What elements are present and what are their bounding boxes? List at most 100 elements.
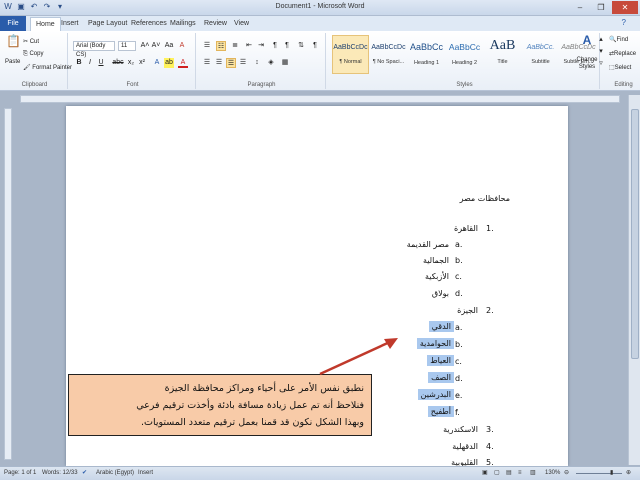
superscript-button[interactable]: x² (137, 58, 147, 68)
print-layout-icon[interactable]: ▣ (482, 467, 488, 480)
ltr-icon[interactable]: ¶ (270, 41, 280, 51)
decrease-indent-icon[interactable]: ⇤ (244, 41, 254, 51)
zoom-slider[interactable] (576, 473, 622, 474)
styles-scroll-down-icon[interactable]: ▾ (598, 47, 604, 57)
strikethrough-button[interactable]: abc (111, 58, 125, 68)
styles-scroll-up-icon[interactable]: ▴ (598, 35, 604, 45)
style-heading-1[interactable]: AaBbCc Heading 1 (408, 35, 445, 74)
font-size-combo[interactable]: 11 (118, 41, 136, 51)
word-count[interactable]: Words: 12/33 (42, 467, 78, 480)
style-subtitle[interactable]: AaBbCc. Subtitle (522, 35, 559, 74)
align-center-icon[interactable]: ☰ (214, 58, 224, 68)
italic-button[interactable]: I (85, 58, 95, 68)
bold-button[interactable]: B (74, 58, 84, 68)
minimize-button[interactable]: – (570, 1, 590, 14)
zoom-slider-thumb[interactable]: ▮ (610, 467, 613, 480)
change-styles-button[interactable]: Change Styles (575, 57, 599, 71)
page-count[interactable]: Page: 1 of 1 (4, 467, 36, 480)
font-name-combo[interactable]: Arial (Body CS) (73, 41, 115, 58)
window-controls: – ❐ ✕ (570, 1, 638, 14)
proofing-icon[interactable]: ✔ (82, 467, 87, 480)
show-formatting-icon[interactable]: ¶ (310, 41, 320, 51)
style-heading-2[interactable]: AaBbCc Heading 2 (446, 35, 483, 74)
text-effects-button[interactable]: A (152, 58, 162, 68)
style-normal[interactable]: AaBbCcDc ¶ Normal (332, 35, 369, 74)
help-icon[interactable]: ? (622, 18, 626, 27)
callout-line: وبهذا الشكل نكون قد قمنا بعمل ترقيم متعد… (140, 417, 364, 428)
list-number: a. (455, 240, 463, 249)
align-right-icon[interactable]: ☰ (226, 58, 236, 68)
outline-icon[interactable]: ≡ (518, 467, 522, 480)
paste-icon[interactable]: 📋 (6, 35, 21, 52)
subscript-button[interactable]: x₂ (126, 58, 136, 68)
highlight-button[interactable]: ab (164, 58, 174, 68)
tab-file[interactable]: File (0, 16, 26, 31)
align-left-icon[interactable]: ☰ (202, 58, 212, 68)
vertical-ruler[interactable] (4, 108, 12, 460)
shrink-font-button[interactable]: A˅ (151, 41, 161, 51)
vertical-scrollbar[interactable] (628, 95, 640, 465)
editing-group-label: Editing (614, 82, 633, 88)
selected-list-item: الحوامدية (416, 338, 454, 349)
callout-note: نطبق نفس الأمر على أحياء ومراكز محافظة ا… (68, 374, 372, 436)
scrollbar-thumb[interactable] (631, 109, 639, 359)
style-name: Heading 2 (451, 60, 478, 66)
list-item: الاسكندرية (443, 425, 478, 434)
replace-button[interactable]: ⇄Replace (609, 50, 636, 57)
zoom-level[interactable]: 130% (545, 467, 560, 480)
paste-button[interactable]: Paste (5, 59, 20, 65)
bullets-icon[interactable]: ☰ (202, 41, 212, 51)
style-no-spacing[interactable]: AaBbCcDc ¶ No Spaci... (370, 35, 407, 74)
close-button[interactable]: ✕ (612, 1, 638, 14)
selected-list-item: الدقي (428, 321, 454, 332)
rtl-icon[interactable]: ¶ (282, 41, 292, 51)
cut-label: Cut (29, 39, 40, 45)
change-case-button[interactable]: Aa (164, 41, 174, 51)
language-indicator[interactable]: Arabic (Egypt) (96, 467, 134, 480)
list-number: a. (455, 323, 463, 332)
tab-review[interactable]: Review (199, 17, 232, 31)
numbering-icon[interactable]: ☷ (216, 41, 226, 51)
callout-line: نطبق نفس الأمر على أحياء ومراكز محافظة ا… (164, 383, 364, 394)
tab-mailings[interactable]: Mailings (165, 17, 201, 31)
tab-insert[interactable]: Insert (56, 17, 84, 31)
format-painter-button[interactable]: 🖌 Format Painter (23, 64, 72, 71)
full-screen-icon[interactable]: ▢ (494, 467, 500, 480)
change-styles-icon[interactable]: A (580, 34, 594, 51)
insert-mode[interactable]: Insert (138, 467, 153, 480)
find-button[interactable]: 🔍Find (609, 36, 628, 43)
grow-font-button[interactable]: A˄ (140, 41, 150, 51)
ribbon: 📋 Paste ✂ Cut ⎘ Copy 🖌 Format Painter Cl… (0, 31, 640, 91)
list-item: الجيزة (457, 306, 478, 315)
clear-formatting-button[interactable]: A (177, 41, 187, 51)
web-layout-icon[interactable]: ▤ (506, 467, 512, 480)
style-title[interactable]: AaB Title (484, 35, 521, 74)
list-number: c. (455, 357, 462, 366)
tab-view[interactable]: View (229, 17, 254, 31)
horizontal-ruler[interactable] (20, 95, 620, 103)
underline-button[interactable]: U (96, 58, 106, 68)
style-preview: AaBbCcDc (371, 44, 406, 51)
list-item: بولاق (431, 289, 449, 298)
sort-icon[interactable]: ⇅ (296, 41, 306, 51)
multilevel-list-icon[interactable]: ≣ (230, 41, 240, 51)
draft-icon[interactable]: ▥ (530, 467, 536, 480)
font-color-button[interactable]: A (178, 58, 188, 68)
copy-button[interactable]: ⎘ Copy (23, 51, 43, 58)
maximize-button[interactable]: ❐ (591, 1, 611, 14)
find-label: Find (616, 37, 629, 43)
zoom-in-icon[interactable]: ⊕ (626, 467, 631, 480)
styles-group: AaBbCcDc ¶ Normal AaBbCcDc ¶ No Spaci...… (330, 33, 600, 89)
tab-page-layout[interactable]: Page Layout (83, 17, 132, 31)
zoom-out-icon[interactable]: ⊖ (564, 467, 569, 480)
cut-button[interactable]: ✂ Cut (23, 38, 39, 45)
copy-label: Copy (29, 51, 44, 57)
increase-indent-icon[interactable]: ⇥ (256, 41, 266, 51)
justify-icon[interactable]: ☰ (238, 58, 248, 68)
borders-icon[interactable]: ▦ (280, 58, 290, 68)
line-spacing-icon[interactable]: ↕ (252, 58, 262, 68)
shading-icon[interactable]: ◈ (266, 58, 276, 68)
select-button[interactable]: ⬚Select (609, 64, 631, 71)
editing-group: 🔍Find ⇄Replace ⬚Select Editing (607, 33, 640, 89)
list-number: b. (455, 256, 463, 265)
